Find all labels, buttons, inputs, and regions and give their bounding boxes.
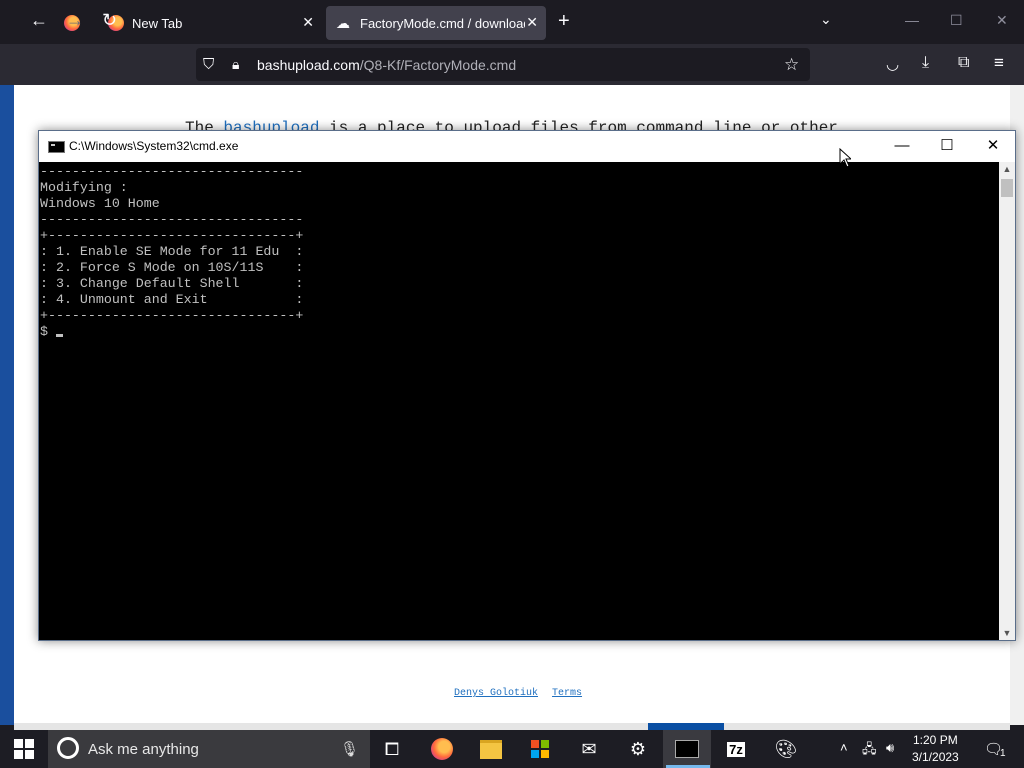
scrollbar-thumb[interactable] bbox=[1001, 179, 1013, 197]
menu-option-3: : 3. Change Default Shell : bbox=[40, 276, 304, 291]
microphone-icon[interactable]: 🎙︎ bbox=[340, 740, 359, 758]
tab-label: New Tab bbox=[132, 15, 183, 31]
bookmark-star-icon[interactable]: ☆ bbox=[784, 55, 799, 75]
maximize-icon[interactable]: ☐ bbox=[950, 12, 963, 29]
7zip-icon[interactable]: 7z bbox=[712, 730, 760, 768]
app-icon[interactable]: ⚙ bbox=[614, 730, 662, 768]
footer-links: Denys Golotiuk Terms bbox=[454, 688, 596, 699]
forward-icon[interactable]: → bbox=[66, 10, 84, 31]
url-text[interactable]: bashupload.com/Q8-Kf/FactoryMode.cmd bbox=[257, 57, 516, 73]
network-icon[interactable]: 🖧︎ bbox=[862, 740, 877, 762]
menu-icon[interactable]: ≡ bbox=[994, 53, 1004, 73]
scroll-up-icon[interactable]: ▲ bbox=[999, 164, 1015, 174]
mail-icon[interactable]: ✉ bbox=[565, 730, 613, 768]
tab-factorymode[interactable]: ☁ FactoryMode.cmd / download ✕ bbox=[326, 6, 546, 40]
cmd-close-icon[interactable]: ✕ bbox=[970, 135, 1016, 157]
menu-option-2: : 2. Force S Mode on 10S/11S : bbox=[40, 260, 304, 275]
chevron-up-icon[interactable]: ˄ bbox=[840, 740, 848, 755]
minimize-icon[interactable]: — bbox=[905, 12, 919, 28]
file-explorer-icon[interactable] bbox=[467, 730, 515, 768]
taskbar-preview-strip bbox=[648, 723, 724, 730]
pocket-icon[interactable]: ◡ bbox=[886, 55, 899, 73]
console-line: Modifying : bbox=[40, 180, 128, 195]
close-tab-icon[interactable]: ✕ bbox=[526, 14, 538, 31]
paint-icon[interactable]: 🎨︎ bbox=[762, 730, 810, 768]
menu-option-4: : 4. Unmount and Exit : bbox=[40, 292, 304, 307]
cmd-output: --------------------------------- Modify… bbox=[40, 164, 303, 340]
text-cursor bbox=[55, 334, 63, 337]
cmd-taskbar-icon[interactable] bbox=[663, 730, 711, 768]
reload-icon[interactable]: ↻ bbox=[102, 10, 117, 31]
cloud-icon: ☁ bbox=[336, 15, 350, 31]
time-text: 1:20 PM bbox=[913, 733, 958, 747]
downloads-icon[interactable]: ⤓ bbox=[922, 54, 929, 72]
page-horizontal-scrollbar[interactable] bbox=[14, 723, 1010, 730]
cmd-maximize-icon[interactable]: ☐ bbox=[924, 135, 970, 157]
volume-icon[interactable]: 🔊︎ bbox=[886, 740, 894, 756]
cmd-window[interactable]: C:\Windows\System32\cmd.exe — ☐ ✕ ------… bbox=[38, 130, 1016, 641]
console-prompt[interactable]: $ bbox=[40, 324, 56, 339]
back-icon[interactable]: ← bbox=[30, 10, 48, 31]
shield-icon[interactable]: ⛉ bbox=[203, 56, 214, 73]
cmd-console[interactable]: --------------------------------- Modify… bbox=[39, 162, 999, 640]
console-line: --------------------------------- bbox=[40, 212, 304, 227]
cmd-minimize-icon[interactable]: — bbox=[879, 135, 925, 157]
console-line: +-------------------------------+ bbox=[40, 308, 304, 323]
store-icon[interactable] bbox=[516, 730, 564, 768]
windows-start-icon[interactable] bbox=[14, 739, 34, 759]
cmd-icon bbox=[48, 141, 65, 153]
firefox-taskbar-icon[interactable] bbox=[418, 730, 466, 768]
tab-new-tab[interactable]: New Tab ✕ bbox=[98, 6, 322, 40]
cortana-icon bbox=[57, 737, 79, 759]
new-tab-button[interactable]: + bbox=[558, 10, 570, 33]
console-line: +-------------------------------+ bbox=[40, 228, 304, 243]
cmd-titlebar[interactable]: C:\Windows\System32\cmd.exe — ☐ ✕ bbox=[39, 131, 1015, 162]
close-tab-icon[interactable]: ✕ bbox=[302, 14, 314, 31]
mouse-pointer-icon bbox=[839, 148, 851, 168]
chevron-down-icon[interactable]: ⌄ bbox=[820, 11, 832, 28]
scroll-down-icon[interactable]: ▼ bbox=[999, 628, 1015, 638]
lock-icon[interactable]: 🔒︎ bbox=[232, 56, 239, 73]
url-path: /Q8-Kf/FactoryMode.cmd bbox=[359, 57, 517, 73]
console-line: --------------------------------- bbox=[40, 164, 304, 179]
notification-count: 1 bbox=[1000, 748, 1006, 759]
console-line: Windows 10 Home bbox=[40, 196, 160, 211]
tab-label: FactoryMode.cmd / download bbox=[360, 15, 525, 31]
close-window-icon[interactable]: ✕ bbox=[996, 12, 1008, 29]
clock[interactable]: 1:20 PM 3/1/2023 bbox=[912, 732, 959, 766]
task-view-icon[interactable]: ⧠ bbox=[368, 730, 416, 768]
background-window-edge bbox=[0, 85, 14, 725]
cmd-title: C:\Windows\System32\cmd.exe bbox=[69, 139, 239, 153]
author-link[interactable]: Denys Golotiuk bbox=[454, 688, 538, 699]
search-placeholder: Ask me anything bbox=[88, 741, 199, 758]
date-text: 3/1/2023 bbox=[912, 750, 959, 764]
menu-option-1: : 1. Enable SE Mode for 11 Edu : bbox=[40, 244, 304, 259]
terms-link[interactable]: Terms bbox=[552, 688, 582, 699]
url-host: bashupload.com bbox=[257, 57, 360, 73]
extensions-icon[interactable]: ⧉ bbox=[958, 54, 969, 72]
cmd-scrollbar[interactable]: ▲ ▼ bbox=[999, 162, 1015, 640]
